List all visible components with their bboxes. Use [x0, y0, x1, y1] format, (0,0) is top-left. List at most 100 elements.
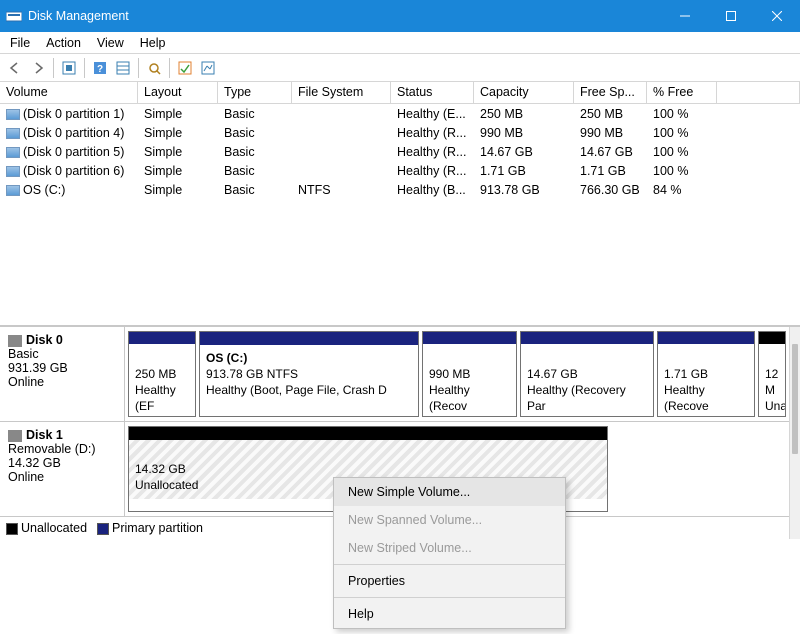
cell-type: Basic — [218, 105, 292, 123]
maximize-button[interactable] — [708, 0, 754, 32]
col-status[interactable]: Status — [391, 82, 474, 103]
disk-name: Disk 1 — [26, 428, 63, 442]
part-status: Una — [765, 398, 779, 414]
cell-status: Healthy (R... — [391, 162, 474, 180]
menu-file[interactable]: File — [2, 34, 38, 52]
legend-swatch-unallocated — [6, 523, 18, 535]
app-icon — [6, 8, 22, 24]
menu-separator — [334, 597, 565, 598]
col-volume[interactable]: Volume — [0, 82, 138, 103]
col-type[interactable]: Type — [218, 82, 292, 103]
table-row[interactable]: (Disk 0 partition 6) Simple Basic Health… — [0, 161, 800, 180]
toolbar-divider — [53, 58, 54, 78]
disk-icon — [8, 335, 22, 347]
cell-free: 1.71 GB — [574, 162, 647, 180]
cell-fs: NTFS — [292, 181, 391, 199]
part-status: Healthy (Recov — [429, 382, 510, 414]
cell-type: Basic — [218, 124, 292, 142]
disk-icon — [8, 430, 22, 442]
menu-action[interactable]: Action — [38, 34, 89, 52]
volume-table-body: (Disk 0 partition 1) Simple Basic Health… — [0, 104, 800, 199]
cell-free: 250 MB — [574, 105, 647, 123]
back-button[interactable] — [4, 57, 26, 79]
cell-pct: 100 % — [647, 124, 717, 142]
cell-pct: 100 % — [647, 162, 717, 180]
menu-properties[interactable]: Properties — [334, 567, 565, 595]
disk-status: Online — [8, 470, 116, 484]
disk-name: Disk 0 — [26, 333, 63, 347]
settings-icon[interactable] — [58, 57, 80, 79]
menu-help[interactable]: Help — [132, 34, 174, 52]
cell-layout: Simple — [138, 124, 218, 142]
disk-size: 14.32 GB — [8, 456, 116, 470]
col-blank — [717, 82, 800, 103]
cell-volume: OS (C:) — [23, 183, 65, 197]
menu-new-spanned-volume: New Spanned Volume... — [334, 506, 565, 534]
part-size: 1.71 GB — [664, 366, 748, 382]
partition-box[interactable]: 12 MUna — [758, 331, 786, 417]
cell-capacity: 1.71 GB — [474, 162, 574, 180]
cell-volume: (Disk 0 partition 4) — [23, 126, 124, 140]
toolbar-divider — [138, 58, 139, 78]
vertical-scrollbar[interactable] — [789, 327, 800, 539]
cell-pct: 84 % — [647, 181, 717, 199]
volume-icon — [6, 109, 20, 120]
minimize-button[interactable] — [662, 0, 708, 32]
table-row[interactable]: OS (C:) Simple Basic NTFS Healthy (B... … — [0, 180, 800, 199]
cell-capacity: 250 MB — [474, 105, 574, 123]
cell-status: Healthy (R... — [391, 143, 474, 161]
menu-help[interactable]: Help — [334, 600, 565, 628]
menu-separator — [334, 564, 565, 565]
disk1-label[interactable]: Disk 1 Removable (D:) 14.32 GB Online — [0, 422, 125, 516]
cell-free: 14.67 GB — [574, 143, 647, 161]
part-status: Healthy (EF — [135, 382, 189, 414]
cell-fs — [292, 131, 391, 135]
col-pctfree[interactable]: % Free — [647, 82, 717, 103]
svg-text:?: ? — [97, 64, 103, 75]
cell-status: Healthy (R... — [391, 124, 474, 142]
col-filesystem[interactable]: File System — [292, 82, 391, 103]
spacer — [0, 199, 800, 327]
part-size: 913.78 GB NTFS — [206, 366, 412, 382]
help-icon[interactable]: ? — [89, 57, 111, 79]
close-button[interactable] — [754, 0, 800, 32]
col-freespace[interactable]: Free Sp... — [574, 82, 647, 103]
table-row[interactable]: (Disk 0 partition 1) Simple Basic Health… — [0, 104, 800, 123]
menubar: File Action View Help — [0, 32, 800, 54]
table-row[interactable]: (Disk 0 partition 5) Simple Basic Health… — [0, 142, 800, 161]
volume-icon — [6, 147, 20, 158]
part-name: OS (C:) — [206, 351, 247, 365]
action-icon[interactable] — [143, 57, 165, 79]
legend-label: Primary partition — [112, 521, 203, 535]
cell-status: Healthy (E... — [391, 105, 474, 123]
legend-swatch-primary — [97, 523, 109, 535]
col-capacity[interactable]: Capacity — [474, 82, 574, 103]
partition-box[interactable]: OS (C:)913.78 GB NTFSHealthy (Boot, Page… — [199, 331, 419, 417]
cell-fs — [292, 112, 391, 116]
partition-box[interactable]: 990 MBHealthy (Recov — [422, 331, 517, 417]
part-size: 12 M — [765, 366, 779, 398]
table-row[interactable]: (Disk 0 partition 4) Simple Basic Health… — [0, 123, 800, 142]
cell-free: 990 MB — [574, 124, 647, 142]
disk0-label[interactable]: Disk 0 Basic 931.39 GB Online — [0, 327, 125, 421]
scrollbar-thumb[interactable] — [792, 344, 798, 454]
partition-box[interactable]: 14.67 GBHealthy (Recovery Par — [520, 331, 654, 417]
cell-layout: Simple — [138, 105, 218, 123]
cell-type: Basic — [218, 181, 292, 199]
part-size: 990 MB — [429, 366, 510, 382]
part-size: 14.32 GB — [135, 461, 601, 477]
menu-view[interactable]: View — [89, 34, 132, 52]
partition-box[interactable]: 250 MBHealthy (EF — [128, 331, 196, 417]
cell-layout: Simple — [138, 162, 218, 180]
forward-button[interactable] — [27, 57, 49, 79]
menu-new-simple-volume[interactable]: New Simple Volume... — [334, 478, 565, 506]
disk0-panel: Disk 0 Basic 931.39 GB Online 250 MBHeal… — [0, 327, 789, 422]
partition-box[interactable]: 1.71 GBHealthy (Recove — [657, 331, 755, 417]
cell-pct: 100 % — [647, 143, 717, 161]
list-view-icon[interactable] — [112, 57, 134, 79]
cell-capacity: 913.78 GB — [474, 181, 574, 199]
col-layout[interactable]: Layout — [138, 82, 218, 103]
check-icon[interactable] — [174, 57, 196, 79]
graph-icon[interactable] — [197, 57, 219, 79]
disk-size: 931.39 GB — [8, 361, 116, 375]
